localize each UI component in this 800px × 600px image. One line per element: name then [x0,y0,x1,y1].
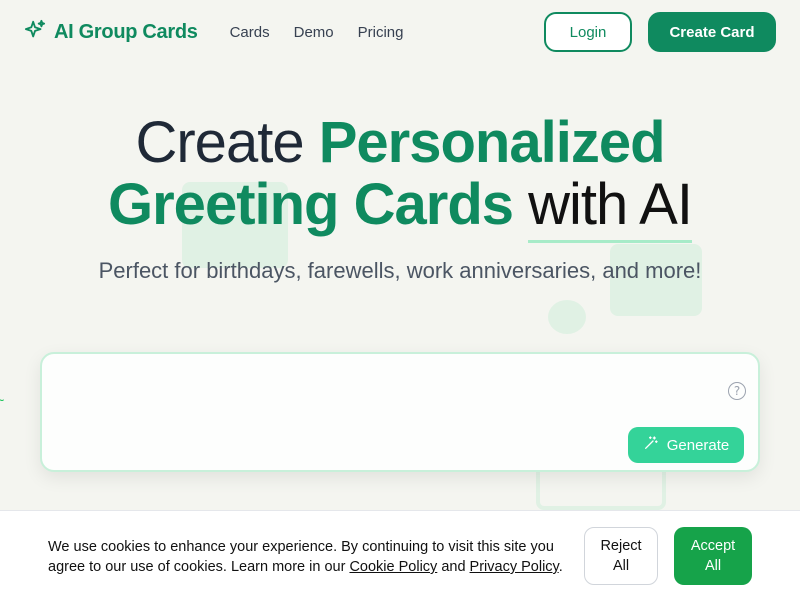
cookie-period: . [558,559,563,575]
hero-title: Create Personalized Greeting Cards with … [0,112,800,236]
generate-label: Generate [666,436,730,454]
hero-subtitle: Perfect for birthdays, farewells, work a… [98,258,702,283]
logo[interactable]: AI Group Cards [24,19,198,46]
reject-line2: All [612,558,630,574]
cookie-text: We use cookies to enhance your experienc… [48,537,568,577]
logo-text: AI Group Cards [54,20,198,43]
decorative-scribble-dash: ~ [0,392,4,408]
nav-cards[interactable]: Cards [230,24,270,41]
prompt-input[interactable] [58,368,718,428]
prompt-box: ? Generate [40,352,760,472]
site-header: AI Group Cards Cards Demo Pricing Login … [0,0,800,64]
sparkle-icon [24,19,46,46]
header-actions: Login Create Card [544,12,776,52]
magic-wand-icon [643,435,659,455]
main-nav: Cards Demo Pricing [230,24,404,41]
hero-title-personalized: Personalized [318,110,666,175]
hero-title-greeting-cards: Greeting Cards [108,172,514,237]
reject-all-button[interactable]: Reject All [584,527,658,585]
decorative-bubble [548,300,586,334]
create-card-button[interactable]: Create Card [648,12,776,52]
accept-all-button[interactable]: Accept All [674,527,752,585]
hero-title-create: Create [135,110,304,175]
cookie-and: and [437,559,470,575]
cookie-policy-link[interactable]: Cookie Policy [349,559,437,575]
accept-line2: All [704,558,722,574]
hero-title-with-ai: with AI [528,172,693,237]
reject-line1: Reject [600,538,642,554]
nav-pricing[interactable]: Pricing [358,24,404,41]
nav-demo[interactable]: Demo [294,24,334,41]
privacy-policy-link[interactable]: Privacy Policy [470,559,559,575]
cookie-banner: We use cookies to enhance your experienc… [0,510,800,600]
accept-line1: Accept [690,538,736,554]
login-button[interactable]: Login [544,12,632,52]
generate-button[interactable]: Generate [628,427,744,463]
help-icon[interactable]: ? [728,382,746,400]
